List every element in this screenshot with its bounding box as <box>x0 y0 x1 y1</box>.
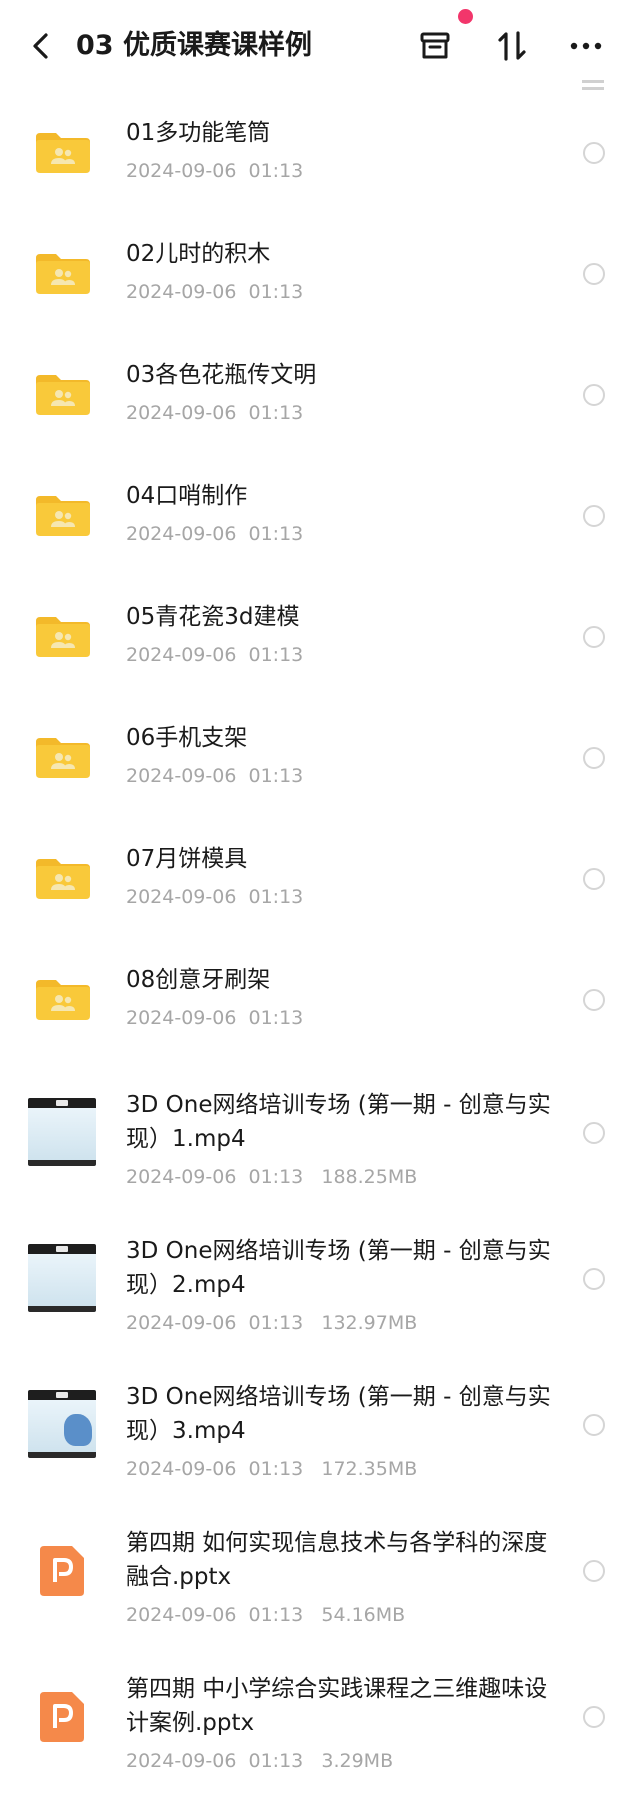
select-radio[interactable] <box>583 1414 605 1436</box>
file-name: 第四期 如何实现信息技术与各学科的深度融合.pptx <box>126 1530 548 1590</box>
file-name: 08创意牙刷架 <box>126 967 271 993</box>
video-thumbnail <box>28 1098 96 1166</box>
shared-folder-icon <box>28 601 98 671</box>
file-name: 07月饼模具 <box>126 846 248 872</box>
notification-dot <box>458 9 473 24</box>
file-text: 04口哨制作 2024-09-06 01:13 <box>126 479 556 547</box>
file-name: 3D One网络培训专场 (第一期 - 创意与实现）2.mp4 <box>126 1238 551 1298</box>
file-text: 3D One网络培训专场 (第一期 - 创意与实现）1.mp4 2024-09-0… <box>126 1088 556 1190</box>
select-radio[interactable] <box>583 1268 605 1290</box>
file-meta: 2024-09-06 01:13 188.25MB <box>126 1166 418 1188</box>
video-thumbnail <box>28 1244 96 1312</box>
file-meta: 2024-09-06 01:13 <box>126 765 304 787</box>
page-title: 03 优质课赛课样例 <box>76 30 312 61</box>
file-row[interactable]: 第四期 中小学综合实践课程之三维趣味设计案例.pptx 2024-09-06 01… <box>0 1644 640 1790</box>
file-meta: 2024-09-06 01:13 <box>126 160 304 182</box>
file-name: 04口哨制作 <box>126 483 248 509</box>
file-text: 第四期 如何实现信息技术与各学科的深度融合.pptx 2024-09-06 01:… <box>126 1526 556 1628</box>
file-text: 第四期 中小学综合实践课程之三维趣味设计案例.pptx 2024-09-06 01… <box>126 1672 556 1774</box>
select-radio[interactable] <box>583 868 605 890</box>
archive-box-icon[interactable] <box>415 26 455 66</box>
select-radio[interactable] <box>583 1560 605 1582</box>
more-horizontal-icon[interactable] <box>566 26 606 66</box>
select-radio[interactable] <box>583 505 605 527</box>
file-name: 第四期 中小学综合实践课程之三维趣味设计案例.pptx <box>126 1676 548 1736</box>
shared-folder-icon <box>28 480 98 550</box>
file-text: 02儿时的积木 2024-09-06 01:13 <box>126 237 556 305</box>
pptx-file-icon <box>28 1682 98 1752</box>
shared-folder-icon <box>28 843 98 913</box>
file-name: 3D One网络培训专场 (第一期 - 创意与实现）3.mp4 <box>126 1384 551 1444</box>
video-thumbnail <box>28 1390 96 1458</box>
file-meta: 2024-09-06 01:13 <box>126 402 304 424</box>
select-radio[interactable] <box>583 747 605 769</box>
folder-row[interactable]: 01多功能笔筒 2024-09-06 01:13 <box>0 92 640 213</box>
file-row[interactable]: 3D One网络培训专场 (第一期 - 创意与实现）2.mp4 2024-09-0… <box>0 1206 640 1352</box>
folder-row[interactable]: 07月饼模具 2024-09-06 01:13 <box>0 818 640 939</box>
chevron-left-icon[interactable] <box>22 26 62 66</box>
file-list: 01多功能笔筒 2024-09-06 01:13 02儿时的积木 2024-09-06… <box>0 92 640 1790</box>
file-meta: 2024-09-06 01:13 <box>126 281 304 303</box>
folder-row[interactable]: 05青花瓷3d建模 2024-09-06 01:13 <box>0 576 640 697</box>
select-radio[interactable] <box>583 263 605 285</box>
file-name: 01多功能笔筒 <box>126 120 271 146</box>
file-text: 03各色花瓶传文明 2024-09-06 01:13 <box>126 358 556 426</box>
file-meta: 2024-09-06 01:13 54.16MB <box>126 1604 406 1626</box>
sort-arrows-icon[interactable] <box>492 26 532 66</box>
pptx-file-icon <box>28 1536 98 1606</box>
top-bar: 03 优质课赛课样例 <box>0 0 640 92</box>
file-text: 01多功能笔筒 2024-09-06 01:13 <box>126 116 556 184</box>
file-row[interactable]: 第四期 如何实现信息技术与各学科的深度融合.pptx 2024-09-06 01:… <box>0 1498 640 1644</box>
select-radio[interactable] <box>583 1122 605 1144</box>
select-radio[interactable] <box>583 626 605 648</box>
file-text: 05青花瓷3d建模 2024-09-06 01:13 <box>126 600 556 668</box>
scrolled-content-edge <box>0 70 640 92</box>
folder-row[interactable]: 08创意牙刷架 2024-09-06 01:13 <box>0 939 640 1060</box>
file-name: 02儿时的积木 <box>126 241 271 267</box>
file-meta: 2024-09-06 01:13 <box>126 886 304 908</box>
select-radio[interactable] <box>583 1706 605 1728</box>
select-radio[interactable] <box>583 989 605 1011</box>
select-radio[interactable] <box>583 384 605 406</box>
folder-row[interactable]: 06手机支架 2024-09-06 01:13 <box>0 697 640 818</box>
file-name: 05青花瓷3d建模 <box>126 604 300 630</box>
shared-folder-icon <box>28 359 98 429</box>
folder-row[interactable]: 03各色花瓶传文明 2024-09-06 01:13 <box>0 334 640 455</box>
file-name: 3D One网络培训专场 (第一期 - 创意与实现）1.mp4 <box>126 1092 551 1152</box>
file-name: 06手机支架 <box>126 725 248 751</box>
file-row[interactable]: 3D One网络培训专场 (第一期 - 创意与实现）1.mp4 2024-09-0… <box>0 1060 640 1206</box>
file-meta: 2024-09-06 01:13 <box>126 644 304 666</box>
file-row[interactable]: 3D One网络培训专场 (第一期 - 创意与实现）3.mp4 2024-09-0… <box>0 1352 640 1498</box>
file-name: 03各色花瓶传文明 <box>126 362 317 388</box>
file-text: 08创意牙刷架 2024-09-06 01:13 <box>126 963 556 1031</box>
select-radio[interactable] <box>583 142 605 164</box>
file-text: 3D One网络培训专场 (第一期 - 创意与实现）3.mp4 2024-09-0… <box>126 1380 556 1482</box>
file-text: 06手机支架 2024-09-06 01:13 <box>126 721 556 789</box>
file-meta: 2024-09-06 01:13 3.29MB <box>126 1750 394 1772</box>
shared-folder-icon <box>28 722 98 792</box>
shared-folder-icon <box>28 238 98 308</box>
folder-row[interactable]: 04口哨制作 2024-09-06 01:13 <box>0 455 640 576</box>
file-meta: 2024-09-06 01:13 <box>126 523 304 545</box>
shared-folder-icon <box>28 117 98 187</box>
file-text: 3D One网络培训专场 (第一期 - 创意与实现）2.mp4 2024-09-0… <box>126 1234 556 1336</box>
file-meta: 2024-09-06 01:13 172.35MB <box>126 1458 418 1480</box>
file-meta: 2024-09-06 01:13 <box>126 1007 304 1029</box>
shared-folder-icon <box>28 964 98 1034</box>
file-meta: 2024-09-06 01:13 132.97MB <box>126 1312 418 1334</box>
folder-row[interactable]: 02儿时的积木 2024-09-06 01:13 <box>0 213 640 334</box>
file-text: 07月饼模具 2024-09-06 01:13 <box>126 842 556 910</box>
